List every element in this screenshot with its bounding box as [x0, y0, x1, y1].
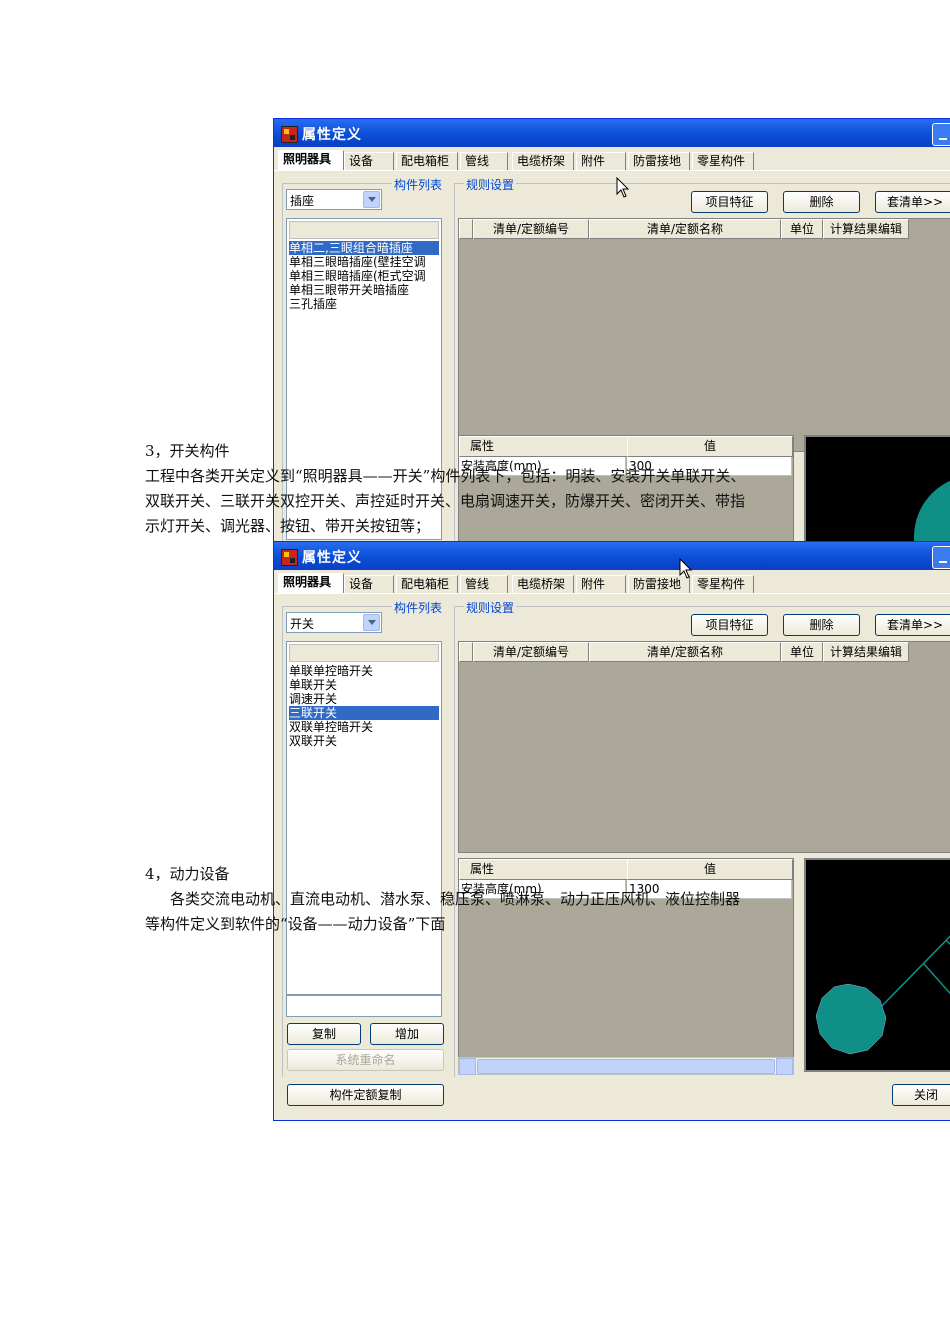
tab-pipe-wire[interactable]: 管线	[460, 575, 508, 593]
tab-lighting[interactable]: 照明器具	[278, 573, 344, 594]
category-select[interactable]: 插座	[286, 189, 382, 210]
section-heading-switches: 3，开关构件	[145, 442, 230, 460]
quota-grid[interactable]: 清单/定额编号 清单/定额名称 单位 计算结果编辑	[458, 641, 950, 853]
grid-header-code[interactable]: 清单/定额编号	[473, 642, 589, 662]
grid-header-name[interactable]: 清单/定额名称	[589, 219, 781, 239]
switch-symbol-icon	[815, 935, 950, 1055]
tab-misc[interactable]: 零星构件	[692, 575, 754, 593]
chevron-down-icon[interactable]	[363, 614, 380, 631]
tab-equipment[interactable]: 设备	[344, 575, 394, 593]
grid-header-result[interactable]: 计算结果编辑	[823, 219, 909, 239]
paragraph-line: 各类交流电动机、直流电动机、潜水泵、稳压泵、喷淋泵、动力正压风机、液位控制器	[170, 890, 741, 908]
name-input[interactable]	[286, 995, 442, 1017]
list-item[interactable]: 三孔插座	[289, 297, 439, 311]
list-header	[289, 644, 439, 662]
tab-separator	[274, 593, 950, 594]
grid-header-result[interactable]: 计算结果编辑	[823, 642, 909, 662]
list-item[interactable]: 双联单控暗开关	[289, 720, 439, 734]
list-item[interactable]: 三联开关	[289, 706, 439, 720]
list-item[interactable]: 调速开关	[289, 692, 439, 706]
window-title: 属性定义	[302, 127, 362, 143]
title-bar[interactable]: 属性定义	[274, 542, 950, 570]
tab-distribution-box[interactable]: 配电箱柜	[396, 152, 458, 170]
app-icon	[281, 126, 298, 143]
category-select[interactable]: 开关	[286, 612, 382, 633]
horizontal-scrollbar[interactable]	[458, 1057, 794, 1075]
category-value: 开关	[290, 617, 315, 631]
paragraph-line: 示灯开关、调光器、按钮、带开关按钮等；	[145, 517, 431, 535]
rename-button[interactable]: 系统重命名	[287, 1049, 444, 1071]
grid-corner	[459, 219, 473, 239]
close-button[interactable]: 关闭	[892, 1084, 950, 1106]
minimize-icon	[939, 561, 947, 563]
copy-button[interactable]: 复制	[287, 1023, 361, 1045]
component-list-label: 构件列表	[392, 599, 445, 616]
delete-button[interactable]: 删除	[783, 191, 860, 213]
outlet-symbol-icon	[914, 480, 950, 541]
category-value: 插座	[290, 194, 315, 208]
tab-distribution-box[interactable]: 配电箱柜	[396, 575, 458, 593]
tab-cable-tray[interactable]: 电缆桥架	[512, 152, 574, 170]
list-item[interactable]: 单相三眼暗插座(壁挂空调	[289, 255, 439, 269]
grid-header-code[interactable]: 清单/定额编号	[473, 219, 589, 239]
mouse-cursor-icon	[616, 177, 630, 198]
symbol-preview	[804, 435, 950, 541]
feature-button[interactable]: 项目特征	[691, 191, 768, 213]
minimize-button[interactable]	[932, 123, 950, 146]
paragraph-line: 等构件定义到软件的“设备——动力设备”下面	[145, 915, 446, 933]
minimize-icon	[939, 138, 947, 140]
tab-equipment[interactable]: 设备	[344, 152, 394, 170]
symbol-preview	[804, 858, 950, 1072]
component-list-label: 构件列表	[392, 176, 445, 193]
tab-lighting[interactable]: 照明器具	[278, 150, 344, 171]
tab-lightning-ground[interactable]: 防雷接地	[628, 152, 690, 170]
list-item[interactable]: 单相三眼暗插座(柜式空调	[289, 269, 439, 283]
scroll-right-icon[interactable]	[776, 1058, 793, 1075]
scroll-thumb[interactable]	[477, 1059, 775, 1074]
prop-header-attr: 属性	[459, 859, 637, 880]
chevron-down-icon[interactable]	[363, 191, 380, 208]
tab-misc[interactable]: 零星构件	[692, 152, 754, 170]
section-heading-power-equipment: 4，动力设备	[145, 865, 230, 883]
dialog-properties-switches: 属性定义 照明器具 设备 配电箱柜 管线 电缆桥架 附件 防雷接地 零星构件 构…	[273, 541, 950, 1121]
add-button[interactable]: 增加	[370, 1023, 444, 1045]
rule-settings-label: 规则设置	[464, 599, 517, 616]
paragraph-line: 工程中各类开关定义到“照明器具——开关”构件列表下，包括：明装、安装开关单联开关…	[145, 467, 746, 485]
delete-button[interactable]: 删除	[783, 614, 860, 636]
tab-accessory[interactable]: 附件	[576, 575, 626, 593]
component-list[interactable]: 单联单控暗开关 单联开关 调速开关 三联开关 双联单控暗开关 双联开关	[286, 641, 442, 995]
prop-header-attr: 属性	[459, 436, 637, 457]
window-title: 属性定义	[302, 550, 362, 566]
paragraph-line: 双联开关、三联开关双控开关、声控延时开关、电扇调速开关，防爆开关、密闭开关、带指	[145, 492, 746, 510]
prop-header-value: 值	[627, 859, 793, 880]
scroll-left-icon[interactable]	[459, 1058, 476, 1075]
tab-separator	[274, 170, 950, 171]
title-bar[interactable]: 属性定义	[274, 119, 950, 147]
list-item[interactable]: 单联开关	[289, 678, 439, 692]
rule-settings-label: 规则设置	[464, 176, 517, 193]
grid-header-unit[interactable]: 单位	[781, 219, 823, 239]
list-item[interactable]: 单相三眼带开关暗插座	[289, 283, 439, 297]
feature-button[interactable]: 项目特征	[691, 614, 768, 636]
app-icon	[281, 549, 298, 566]
apply-list-button[interactable]: 套清单>>	[875, 191, 950, 213]
quota-grid[interactable]: 清单/定额编号 清单/定额名称 单位 计算结果编辑	[458, 218, 950, 452]
mouse-cursor-icon	[679, 558, 693, 579]
apply-list-button[interactable]: 套清单>>	[875, 614, 950, 636]
list-item[interactable]: 单相二,三眼组合暗插座	[289, 241, 439, 255]
tab-pipe-wire[interactable]: 管线	[460, 152, 508, 170]
quota-copy-button[interactable]: 构件定额复制	[287, 1084, 444, 1106]
tab-accessory[interactable]: 附件	[576, 152, 626, 170]
grid-corner	[459, 642, 473, 662]
list-header	[289, 221, 439, 239]
grid-header-name[interactable]: 清单/定额名称	[589, 642, 781, 662]
tab-cable-tray[interactable]: 电缆桥架	[512, 575, 574, 593]
list-item[interactable]: 双联开关	[289, 734, 439, 748]
grid-header-unit[interactable]: 单位	[781, 642, 823, 662]
list-item[interactable]: 单联单控暗开关	[289, 664, 439, 678]
prop-header-value: 值	[627, 436, 793, 457]
minimize-button[interactable]	[932, 546, 950, 569]
